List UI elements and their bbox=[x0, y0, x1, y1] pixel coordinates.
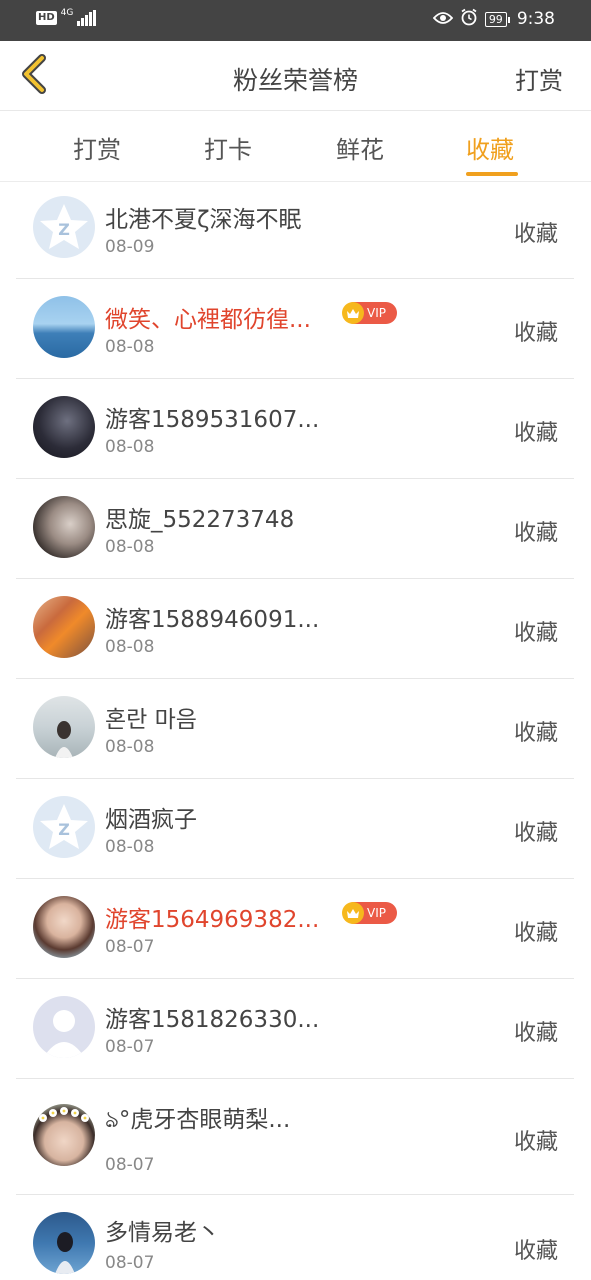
clock-time: 9:38 bbox=[516, 9, 555, 29]
favorite-label: 收藏 bbox=[513, 721, 558, 746]
user-name: 微笑、心裡都彷徨... bbox=[105, 307, 311, 333]
list-item[interactable]: 多情易老丶 08-07 收藏 bbox=[16, 1195, 574, 1280]
svg-text:Z: Z bbox=[58, 220, 70, 239]
network-type: 4G bbox=[60, 7, 74, 18]
favorite-label: 收藏 bbox=[513, 1021, 558, 1046]
battery-icon: 99 bbox=[484, 11, 510, 27]
user-name: 游客1564969382... bbox=[105, 907, 320, 933]
crown-icon bbox=[342, 902, 364, 924]
hd-icon: HD bbox=[36, 11, 57, 25]
favorite-label: 收藏 bbox=[513, 521, 558, 546]
list-item[interactable]: 游客1581826330... 08-07 收藏 bbox=[16, 979, 574, 1079]
list-item[interactable]: 游客1589531607... 08-08 收藏 bbox=[16, 379, 574, 479]
list-item[interactable]: 游客1564969382... VIP 08-07 收藏 bbox=[16, 879, 574, 979]
favorite-label: 收藏 bbox=[513, 621, 558, 646]
date-label: 08-08 bbox=[105, 537, 155, 557]
active-tab-indicator bbox=[466, 172, 518, 176]
reward-button[interactable]: 打赏 bbox=[515, 61, 563, 96]
app-header: 粉丝荣誉榜 打赏 bbox=[0, 41, 591, 111]
date-label: 08-09 bbox=[105, 237, 155, 257]
tab-checkin[interactable]: 打卡 bbox=[204, 130, 252, 165]
tab-flowers[interactable]: 鲜花 bbox=[336, 130, 384, 165]
user-avatar bbox=[33, 296, 95, 358]
user-name: 游客1589531607... bbox=[105, 407, 320, 433]
user-name: 혼란 마음 bbox=[105, 707, 197, 733]
favorite-label: 收藏 bbox=[513, 321, 558, 346]
list-item[interactable]: ঌ°虎牙杏眼萌梨... 08-07 收藏 bbox=[16, 1079, 574, 1195]
user-name: 烟酒疯子 bbox=[105, 807, 197, 833]
date-label: 08-08 bbox=[105, 437, 155, 457]
user-avatar bbox=[33, 696, 95, 758]
user-avatar bbox=[33, 896, 95, 958]
date-label: 08-08 bbox=[105, 637, 155, 657]
default-avatar-icon: Z bbox=[33, 196, 95, 258]
date-label: 08-07 bbox=[105, 1037, 155, 1057]
date-label: 08-07 bbox=[105, 1253, 155, 1273]
date-label: 08-08 bbox=[105, 837, 155, 857]
date-label: 08-08 bbox=[105, 737, 155, 757]
status-bar: HD 4G 99 9:38 bbox=[0, 0, 591, 41]
favorite-label: 收藏 bbox=[513, 1130, 558, 1155]
user-name: 多情易老丶 bbox=[105, 1220, 220, 1246]
svg-text:Z: Z bbox=[58, 820, 70, 839]
favorite-label: 收藏 bbox=[513, 921, 558, 946]
favorite-label: 收藏 bbox=[513, 821, 558, 846]
vip-badge: VIP bbox=[342, 902, 397, 924]
default-avatar-icon: Z bbox=[33, 796, 95, 858]
list-item[interactable]: 微笑、心裡都彷徨... VIP 08-08 收藏 bbox=[16, 279, 574, 379]
user-avatar bbox=[33, 1212, 95, 1274]
user-avatar bbox=[33, 596, 95, 658]
default-person-icon bbox=[33, 996, 95, 1058]
list-item[interactable]: 思旋_552273748 08-08 收藏 bbox=[16, 479, 574, 579]
vip-badge: VIP bbox=[342, 302, 397, 324]
user-avatar bbox=[33, 396, 95, 458]
tab-favorites[interactable]: 收藏 bbox=[466, 130, 514, 165]
date-label: 08-07 bbox=[105, 1155, 155, 1175]
favorite-label: 收藏 bbox=[513, 421, 558, 446]
user-avatar bbox=[33, 496, 95, 558]
vip-label: VIP bbox=[367, 906, 386, 920]
signal-icon bbox=[77, 10, 97, 26]
page-title: 粉丝荣誉榜 bbox=[232, 66, 358, 95]
user-name: 游客1588946091... bbox=[105, 607, 320, 633]
user-name: 北港不夏ζ深海不眠 bbox=[105, 207, 302, 233]
date-label: 08-08 bbox=[105, 337, 155, 357]
alarm-icon bbox=[460, 8, 478, 30]
list-item[interactable]: Z 烟酒疯子 08-08 收藏 bbox=[16, 779, 574, 879]
user-name: 游客1581826330... bbox=[105, 1007, 320, 1033]
eye-icon bbox=[432, 10, 454, 29]
list-item[interactable]: Z 北港不夏ζ深海不眠 08-09 收藏 bbox=[16, 182, 574, 279]
favorite-label: 收藏 bbox=[513, 1239, 558, 1264]
date-label: 08-07 bbox=[105, 937, 155, 957]
list-item[interactable]: 혼란 마음 08-08 收藏 bbox=[16, 679, 574, 779]
favorite-label: 收藏 bbox=[513, 222, 558, 247]
tab-reward[interactable]: 打赏 bbox=[73, 130, 121, 165]
list-item[interactable]: 游客1588946091... 08-08 收藏 bbox=[16, 579, 574, 679]
user-name: 思旋_552273748 bbox=[105, 507, 295, 533]
user-avatar bbox=[33, 1104, 95, 1166]
tab-bar: 打赏 打卡 鲜花 收藏 bbox=[0, 112, 591, 182]
crown-icon bbox=[342, 302, 364, 324]
user-name: ঌ°虎牙杏眼萌梨... bbox=[105, 1107, 291, 1133]
vip-label: VIP bbox=[367, 306, 386, 320]
